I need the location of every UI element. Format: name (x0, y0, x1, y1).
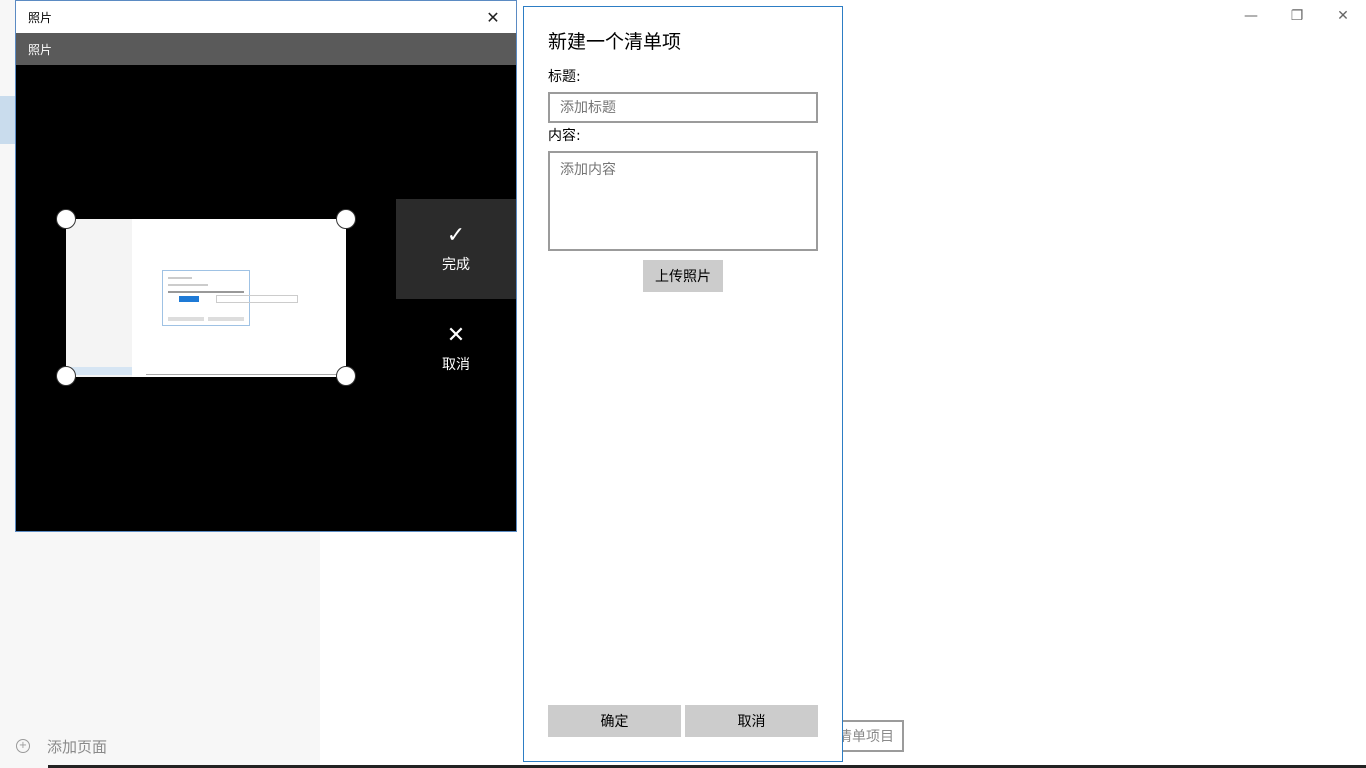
add-icon: + (16, 739, 30, 753)
thumbnail-button (208, 317, 244, 321)
check-icon: ✓ (446, 223, 466, 248)
thumbnail-highlight (179, 296, 199, 302)
new-item-dialog: 新建一个清单项 标题: 内容: 上传照片 确定 取消 (523, 6, 843, 762)
title-input[interactable] (548, 92, 818, 123)
crop-cancel-button[interactable]: ✕ 取消 (396, 299, 516, 399)
close-icon: ✕ (1337, 8, 1349, 24)
thumbnail-input (168, 291, 244, 293)
crop-handle-bottom-left[interactable] (56, 366, 76, 386)
title-label: 标题: (548, 69, 581, 85)
photos-titlebar: 照片 ✕ (16, 1, 516, 33)
crop-handle-bottom-right[interactable] (336, 366, 356, 386)
thumbnail-sidebar (66, 219, 132, 377)
thumbnail-text (168, 284, 208, 286)
thumbnail-toolbar (216, 295, 298, 303)
minimize-button[interactable]: — (1228, 0, 1274, 32)
crop-image[interactable] (66, 219, 346, 377)
upload-photo-button[interactable]: 上传照片 (643, 260, 723, 292)
upload-photo-label: 上传照片 (655, 269, 711, 285)
cancel-label: 取消 (737, 714, 766, 730)
restore-icon: ❐ (1290, 8, 1304, 24)
crop-done-label: 完成 (442, 257, 470, 273)
crop-handle-top-left[interactable] (56, 209, 76, 229)
dialog-title: 新建一个清单项 (548, 31, 682, 53)
cancel-button[interactable]: 取消 (685, 705, 818, 737)
restore-button[interactable]: ❐ (1274, 0, 1320, 32)
crop-handle-top-right[interactable] (336, 209, 356, 229)
photos-window: 照片 ✕ 照片 ✓ 完成 ✕ 取消 (15, 0, 517, 532)
selected-page-highlight (0, 96, 16, 144)
close-icon: ✕ (446, 323, 466, 348)
add-list-item-label: 清单项目 (838, 729, 894, 745)
window-close-button[interactable]: ✕ (1320, 0, 1366, 32)
confirm-button[interactable]: 确定 (548, 705, 681, 737)
photos-window-title: 照片 (28, 10, 53, 25)
photos-close-button[interactable]: ✕ (470, 1, 516, 33)
add-page-button[interactable]: + 添加页面 (16, 735, 107, 757)
minimize-icon: — (1244, 8, 1258, 24)
close-icon: ✕ (486, 7, 500, 27)
crop-done-button[interactable]: ✓ 完成 (396, 199, 516, 299)
photos-app-label: 照片 (28, 42, 53, 57)
confirm-label: 确定 (600, 714, 629, 730)
thumbnail-footer-line (146, 374, 346, 375)
window-controls: — ❐ ✕ (1228, 0, 1366, 32)
content-label: 内容: (548, 128, 581, 144)
thumbnail-text (168, 277, 192, 279)
add-page-label: 添加页面 (47, 737, 108, 756)
photos-app-bar: 照片 (16, 33, 516, 65)
crop-cancel-label: 取消 (442, 357, 470, 373)
content-textarea[interactable] (548, 151, 818, 251)
thumbnail-button (168, 317, 204, 321)
